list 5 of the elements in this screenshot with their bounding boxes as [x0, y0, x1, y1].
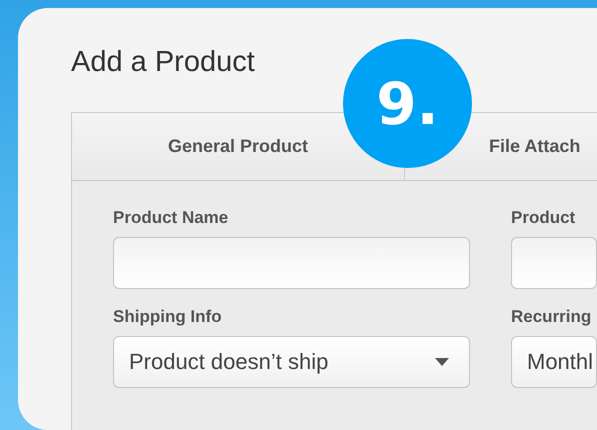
field-label: Product Name — [113, 208, 230, 228]
field-label: Recurring — [511, 307, 592, 327]
field-label: Product — [511, 208, 576, 228]
field-label: Shipping Info — [113, 307, 223, 327]
dialog-title: Add a Product — [71, 46, 256, 80]
